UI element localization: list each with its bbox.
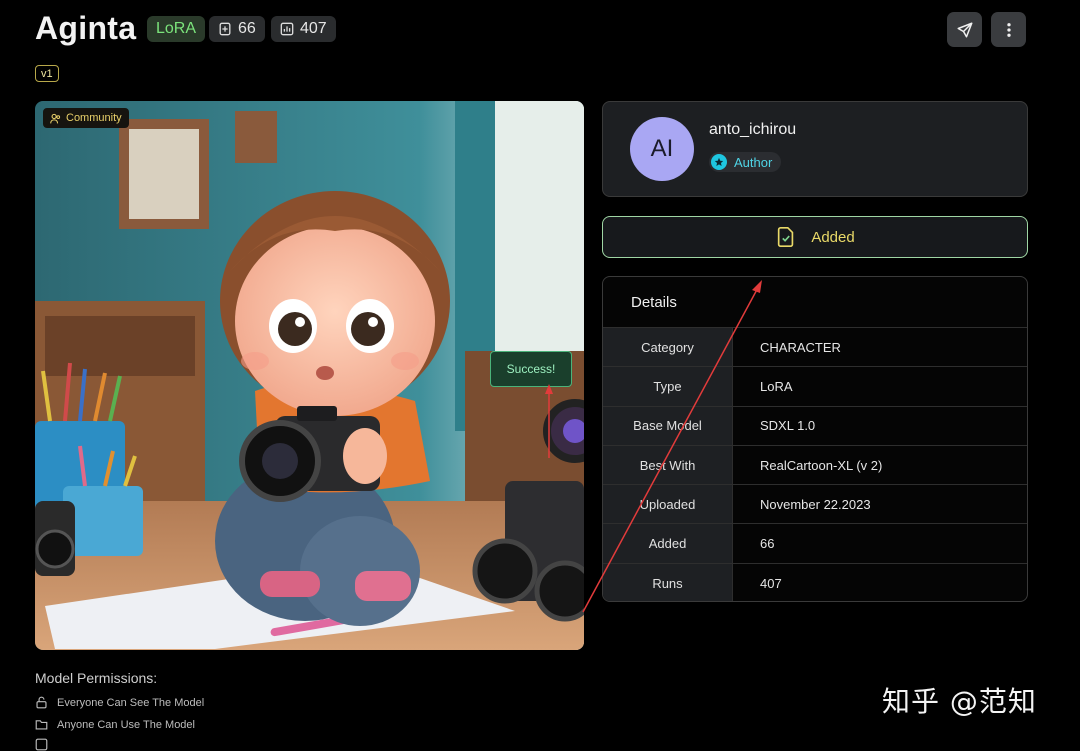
edit-icon (35, 738, 48, 751)
annotation-arrows (545, 280, 762, 613)
permissions-title: Model Permissions: (35, 670, 158, 686)
folder-icon (35, 720, 48, 730)
permission-item-partial (35, 738, 48, 751)
permission-item: Everyone Can See The Model (35, 696, 204, 709)
permission-text: Anyone Can Use The Model (57, 718, 195, 731)
permission-text: Everyone Can See The Model (57, 696, 205, 709)
permission-item: Anyone Can Use The Model (35, 718, 195, 731)
unlock-icon (36, 696, 47, 709)
watermark-text: 知乎 @范知 (882, 685, 1037, 718)
